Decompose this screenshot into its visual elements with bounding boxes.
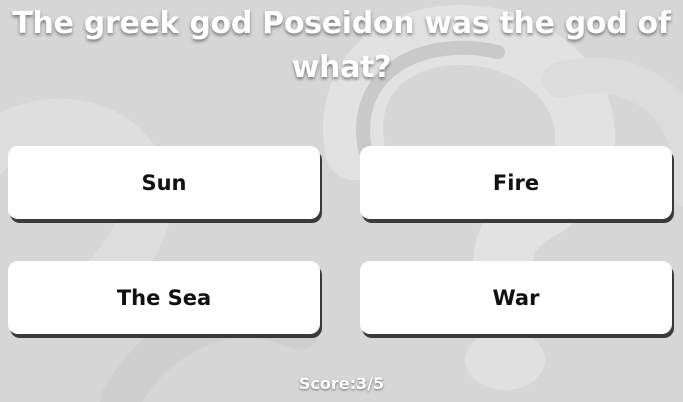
- answer-button-war[interactable]: War: [360, 261, 672, 334]
- score-text: Score:3/5: [298, 374, 385, 393]
- question-text: The greek god Poseidon was the god of wh…: [12, 6, 671, 85]
- answer-button-the-sea[interactable]: The Sea: [8, 261, 320, 334]
- answer-button-sun[interactable]: Sun: [8, 146, 320, 219]
- answer-button-fire[interactable]: Fire: [360, 146, 672, 219]
